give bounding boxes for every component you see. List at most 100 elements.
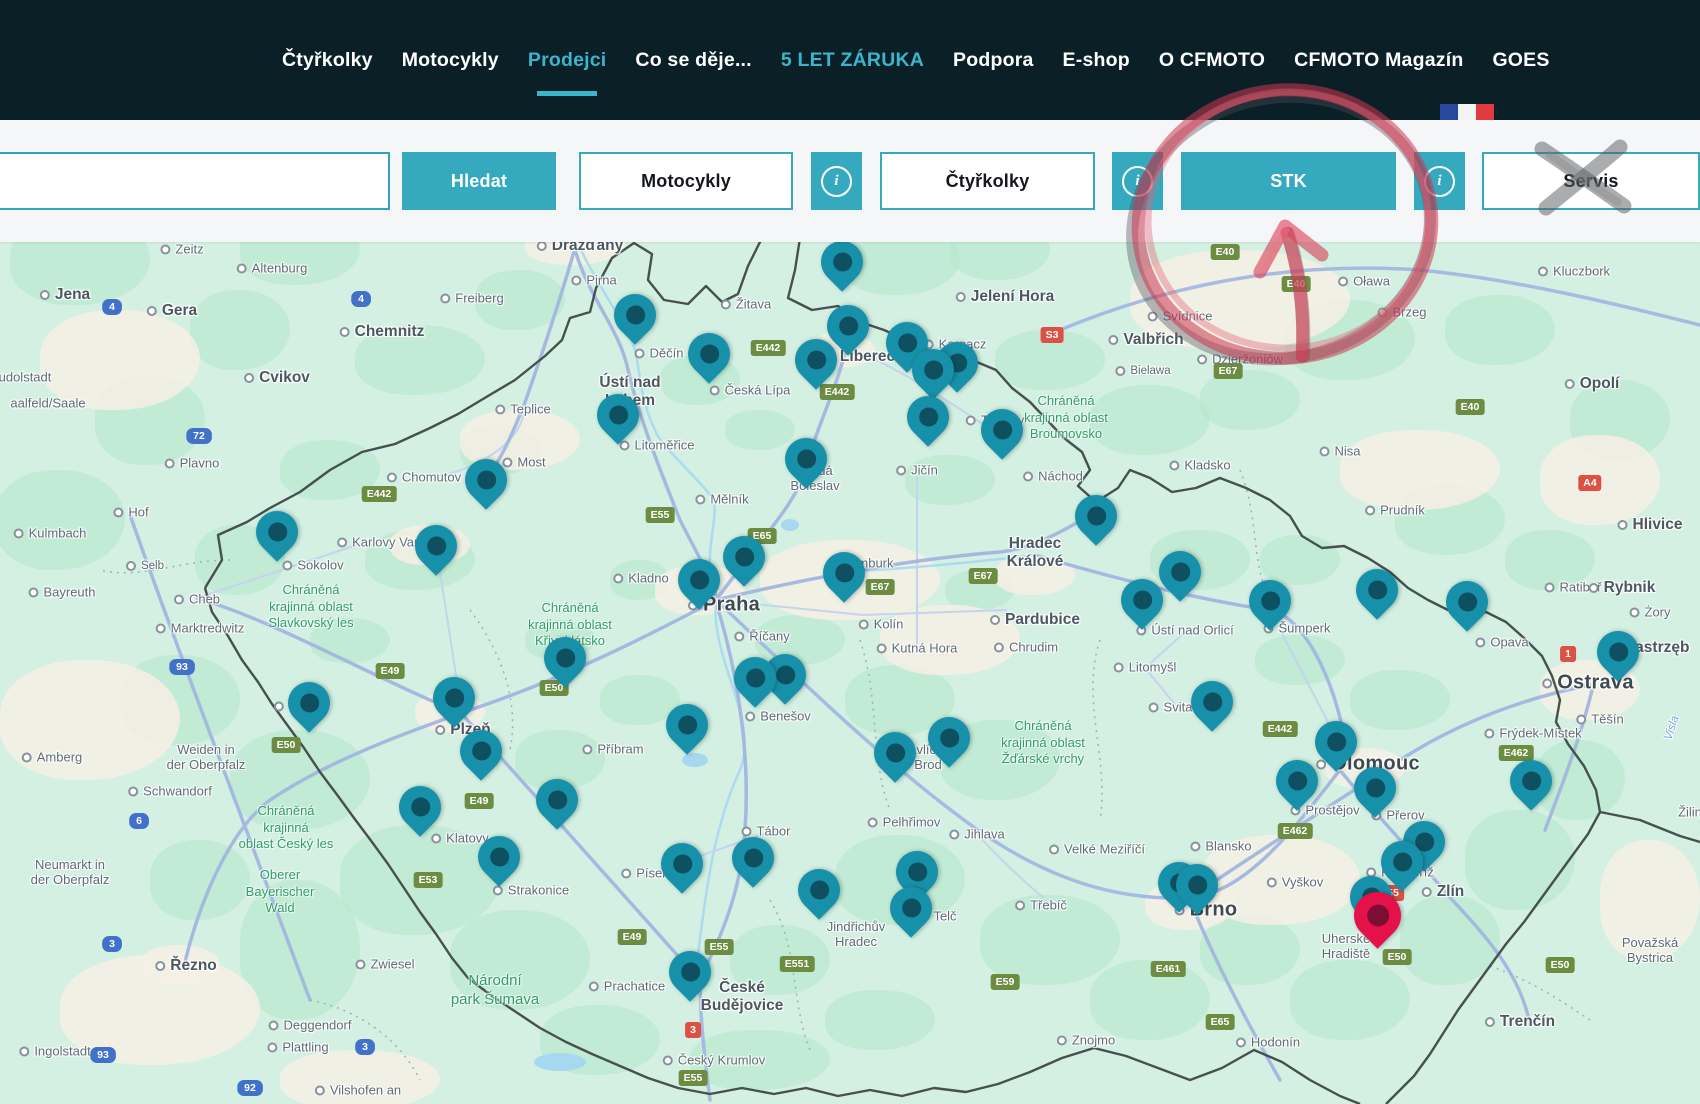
city-dot-icon [1148, 311, 1158, 321]
road-badge: 72 [186, 428, 212, 444]
-ty-kolky-button[interactable]: Čtyřkolky [880, 152, 1095, 210]
city-label: udolstadt [0, 370, 51, 385]
protected-area-label: Národní park Šumava [451, 971, 539, 1009]
city-dot-icon [695, 494, 705, 504]
city-dot-icon [495, 404, 505, 414]
city-name: Trenčín [1500, 1013, 1555, 1031]
city-dot-icon [1565, 379, 1575, 389]
city-label: Jena [40, 286, 90, 304]
city-label: Jihlava [949, 827, 1004, 842]
city-name: Jičín [911, 463, 938, 478]
city-name: Pirna [586, 273, 616, 288]
dealer-pin[interactable] [898, 387, 957, 446]
dealer-pin[interactable] [1182, 672, 1241, 731]
road-badge: 4 [351, 291, 371, 307]
road-badge: E50 [1383, 949, 1412, 965]
city-dot-icon [493, 885, 503, 895]
language-flag-icon[interactable] [1440, 104, 1494, 120]
dealer-pin[interactable] [605, 285, 664, 344]
city-dot-icon [126, 561, 136, 571]
nav-item-5-let-z-ruka[interactable]: 5 LET ZÁRUKA [781, 49, 924, 72]
city-label: Chrudim [994, 640, 1058, 655]
nav-item-co-se-d-je[interactable]: Co se děje... [635, 49, 751, 72]
city-dot-icon [315, 1085, 325, 1095]
info-icon: i [1122, 166, 1153, 197]
road-badge: E40 [1456, 399, 1485, 415]
city-label: Visla [1662, 714, 1681, 741]
hledat-button[interactable]: Hledat [402, 152, 556, 210]
dealer-pin[interactable] [1437, 572, 1496, 631]
city-label: Znojmo [1057, 1033, 1115, 1048]
city-label: Svídnice [1148, 309, 1213, 324]
nav-item-ty-kolky[interactable]: Čtyřkolky [282, 49, 373, 72]
nav-item-o-cfmoto[interactable]: O CFMOTO [1159, 49, 1265, 72]
city-name: Chomutov [402, 470, 461, 485]
terrain-patch [1255, 635, 1345, 685]
city-name: Řezno [170, 957, 217, 975]
nav-item-podpora[interactable]: Podpora [953, 49, 1034, 72]
info-button[interactable]: i [1414, 152, 1465, 210]
dealer-map[interactable]: JenaGeraZeitzAltenburgChemnitzFreibergCv… [0, 242, 1700, 1104]
nav-item-goes[interactable]: GOES [1492, 49, 1549, 72]
city-name: Hradec Králové [1007, 535, 1064, 571]
nav-item-cfmoto-magaz-n[interactable]: CFMOTO Magazín [1294, 49, 1463, 72]
city-dot-icon [267, 1042, 277, 1052]
city-name: Těšín [1591, 712, 1624, 727]
search-input[interactable] [0, 152, 390, 210]
city-dot-icon [1538, 266, 1548, 276]
nav-item-e-shop[interactable]: E-shop [1063, 49, 1130, 72]
city-label: Brzeg [1378, 305, 1427, 320]
dealer-pin[interactable] [652, 834, 711, 893]
city-dot-icon [282, 560, 292, 570]
dealer-pin[interactable] [1347, 560, 1406, 619]
city-dot-icon [966, 415, 976, 425]
protected-area-label: Chráněná krajinná oblast Český les [239, 803, 334, 853]
road-badge: E551 [780, 956, 815, 972]
city-dot-icon [1338, 276, 1348, 286]
city-name: Bayreuth [43, 585, 95, 600]
city-dot-icon [440, 293, 450, 303]
city-label: Sokolov [282, 558, 343, 573]
city-name: Opolí [1580, 375, 1620, 393]
city-dot-icon [174, 594, 184, 604]
dealer-pin[interactable] [279, 673, 338, 732]
city-label: Příbram [582, 742, 643, 757]
city-label: Neumarkt in der Oberpfalz [31, 857, 110, 887]
city-dot-icon [19, 1046, 29, 1056]
city-label: Teplice [495, 402, 550, 417]
nav-item-motocykly[interactable]: Motocykly [402, 49, 499, 72]
city-name: Třebíč [1030, 898, 1067, 913]
city-dot-icon [155, 961, 165, 971]
info-button[interactable]: i [811, 152, 862, 210]
city-dot-icon [621, 868, 631, 878]
city-name: Plavno [180, 456, 220, 471]
city-dot-icon [859, 619, 869, 629]
city-dot-icon [113, 507, 123, 517]
city-dot-icon [1589, 583, 1599, 593]
city-name: Weiden in der Oberpfalz [167, 742, 246, 772]
nav-item-prodejci[interactable]: Prodejci [528, 49, 607, 72]
servis-button[interactable]: Servis [1482, 152, 1700, 210]
road-badge: E49 [376, 663, 405, 679]
city-label: Plavno [165, 456, 220, 471]
city-name: Svídnice [1163, 309, 1213, 324]
city-label: Kolín [859, 617, 904, 632]
info-button[interactable]: i [1112, 152, 1163, 210]
city-name: Chrudim [1009, 640, 1058, 655]
city-dot-icon [1115, 366, 1125, 376]
dealer-pin[interactable] [1066, 486, 1125, 545]
city-label: Kluczbork [1538, 264, 1610, 279]
city-label: Zwiesel [355, 957, 414, 972]
city-name: Jena [55, 286, 90, 304]
city-name: Uherské Hradiště [1322, 931, 1370, 961]
dealer-pin[interactable] [972, 400, 1031, 459]
city-label: Ingolstadt [19, 1044, 90, 1059]
road-badge: 93 [169, 659, 195, 675]
city-name: Prachatice [604, 979, 665, 994]
city-name: Považská Bystrica [1622, 935, 1678, 965]
city-label: Česká Lípa [710, 383, 791, 398]
city-dot-icon [128, 786, 138, 796]
motocykly-button[interactable]: Motocykly [579, 152, 793, 210]
stk-button[interactable]: STK [1181, 152, 1396, 210]
city-dot-icon [1049, 844, 1059, 854]
